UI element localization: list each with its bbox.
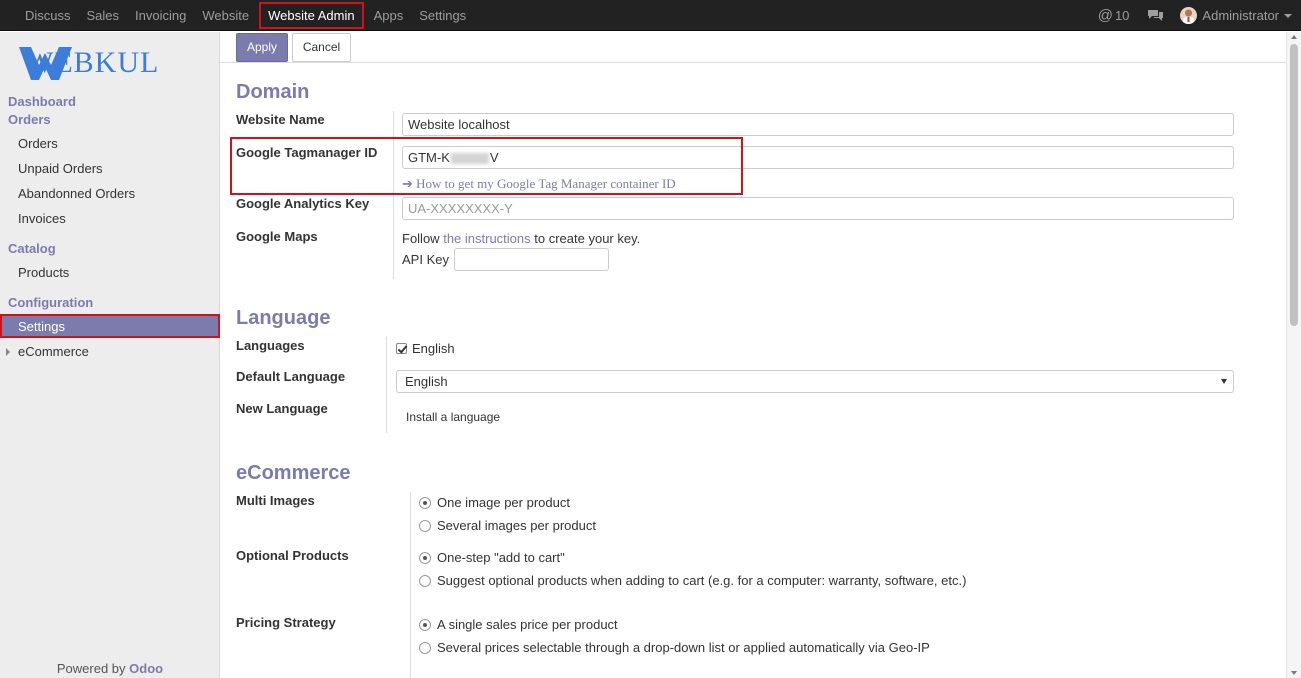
radio-single-price-label: A single sales price per product: [437, 617, 618, 632]
webkul-logo[interactable]: WEBKUL: [19, 45, 201, 81]
menu-invoicing[interactable]: Invoicing: [127, 0, 194, 31]
sidebar-item-ecommerce-label: eCommerce: [18, 344, 89, 359]
maps-instructions: Follow the instructions to create your k…: [402, 231, 640, 246]
scroll-down-icon[interactable]: [1291, 671, 1297, 675]
ga-label: Google Analytics Key: [236, 196, 370, 211]
highlight-box-gtm: [230, 137, 743, 195]
sidebar-item-unpaid-orders[interactable]: Unpaid Orders: [18, 161, 103, 176]
sidebar-item-ecommerce[interactable]: eCommerce: [6, 344, 89, 359]
english-checkbox-label: English: [412, 341, 455, 356]
menu-apps[interactable]: Apps: [366, 0, 412, 31]
api-key-input[interactable]: [454, 248, 609, 271]
pricing-strategy-label: Pricing Strategy: [236, 615, 336, 630]
mentions-counter[interactable]: @ 10: [1098, 7, 1130, 24]
radio-suggest-optional[interactable]: [419, 575, 431, 587]
default-language-select[interactable]: English: [396, 370, 1234, 393]
sidebar-item-products[interactable]: Products: [18, 265, 69, 280]
chat-icon[interactable]: [1147, 9, 1164, 22]
avatar: [1180, 7, 1198, 24]
website-name-label: Website Name: [236, 112, 325, 127]
top-navbar: Discuss Sales Invoicing Website Website …: [0, 0, 1301, 31]
languages-label: Languages: [236, 338, 305, 353]
language-divider: [386, 337, 387, 433]
ga-key-input[interactable]: UA-XXXXXXXX-Y: [402, 197, 1234, 220]
user-menu[interactable]: Administrator: [1180, 7, 1292, 24]
vertical-scrollbar[interactable]: [1286, 32, 1301, 678]
maps-instructions-link[interactable]: the instructions: [443, 231, 530, 246]
section-title-domain: Domain: [236, 81, 310, 103]
sidebar-item-settings[interactable]: Settings: [0, 314, 220, 338]
api-key-label: API Key: [402, 252, 449, 267]
sidebar: WEBKUL Dashboard Orders Orders Unpaid Or…: [0, 32, 220, 678]
user-name: Administrator: [1202, 8, 1279, 23]
topbar-right: @ 10 Administrator: [1098, 0, 1301, 31]
dropdown-arrow-icon: [1221, 379, 1227, 384]
new-language-label: New Language: [236, 401, 328, 416]
menu-discuss[interactable]: Discuss: [17, 0, 79, 31]
radio-several-prices[interactable]: [419, 642, 431, 654]
sidebar-item-abandonned-orders[interactable]: Abandonned Orders: [18, 186, 135, 201]
main-menu: Discuss Sales Invoicing Website Website …: [17, 0, 474, 31]
menu-sales[interactable]: Sales: [79, 0, 128, 31]
default-language-value: English: [405, 374, 448, 389]
caret-down-icon: [1284, 13, 1292, 18]
radio-one-step[interactable]: [419, 552, 431, 564]
radio-several-images[interactable]: [419, 520, 431, 532]
optional-products-label: Optional Products: [236, 548, 349, 563]
default-language-label: Default Language: [236, 369, 346, 384]
scrollbar-thumb[interactable]: [1290, 44, 1298, 326]
sidebar-dashboard[interactable]: Dashboard: [8, 94, 76, 109]
menu-website[interactable]: Website: [194, 0, 257, 31]
menu-website-admin[interactable]: Website Admin: [259, 2, 364, 29]
ecommerce-divider: [410, 492, 411, 678]
expand-triangle-icon: [6, 347, 10, 356]
scroll-up-icon[interactable]: [1291, 35, 1297, 39]
section-title-ecommerce: eCommerce: [236, 462, 351, 484]
odoo-link[interactable]: Odoo: [129, 661, 163, 676]
radio-one-image[interactable]: [419, 497, 431, 509]
section-title-language: Language: [236, 307, 331, 329]
website-name-input[interactable]: Website localhost: [402, 113, 1234, 136]
radio-one-step-label: One-step "add to cart": [437, 550, 565, 565]
english-checkbox[interactable]: [396, 343, 407, 354]
sidebar-header-orders[interactable]: Orders: [8, 112, 51, 127]
radio-several-images-label: Several images per product: [437, 518, 596, 533]
actionbar-divider: [220, 62, 1286, 63]
sidebar-header-configuration: Configuration: [8, 295, 94, 310]
radio-several-prices-label: Several prices selectable through a drop…: [437, 640, 930, 655]
maps-label: Google Maps: [236, 229, 318, 244]
logo-text: WEBKUL: [25, 46, 160, 79]
install-language-link[interactable]: Install a language: [406, 410, 500, 424]
radio-single-price[interactable]: [419, 619, 431, 631]
maps-follow-text: Follow: [402, 231, 440, 246]
sidebar-header-catalog: Catalog: [8, 241, 56, 256]
multi-images-label: Multi Images: [236, 493, 315, 508]
sidebar-item-settings-label: Settings: [18, 319, 65, 334]
maps-after-text: to create your key.: [534, 231, 641, 246]
powered-by: Powered by Odoo: [0, 661, 220, 676]
sidebar-item-invoices[interactable]: Invoices: [18, 211, 66, 226]
apply-button[interactable]: Apply: [236, 33, 288, 62]
radio-one-image-label: One image per product: [437, 495, 570, 510]
at-icon: @: [1097, 7, 1113, 24]
menu-settings[interactable]: Settings: [411, 0, 474, 31]
mentions-count: 10: [1114, 8, 1130, 23]
powered-by-text: Powered by: [56, 661, 126, 676]
cancel-button[interactable]: Cancel: [292, 33, 351, 62]
radio-suggest-optional-label: Suggest optional products when adding to…: [437, 573, 967, 588]
sidebar-item-orders[interactable]: Orders: [18, 136, 58, 151]
